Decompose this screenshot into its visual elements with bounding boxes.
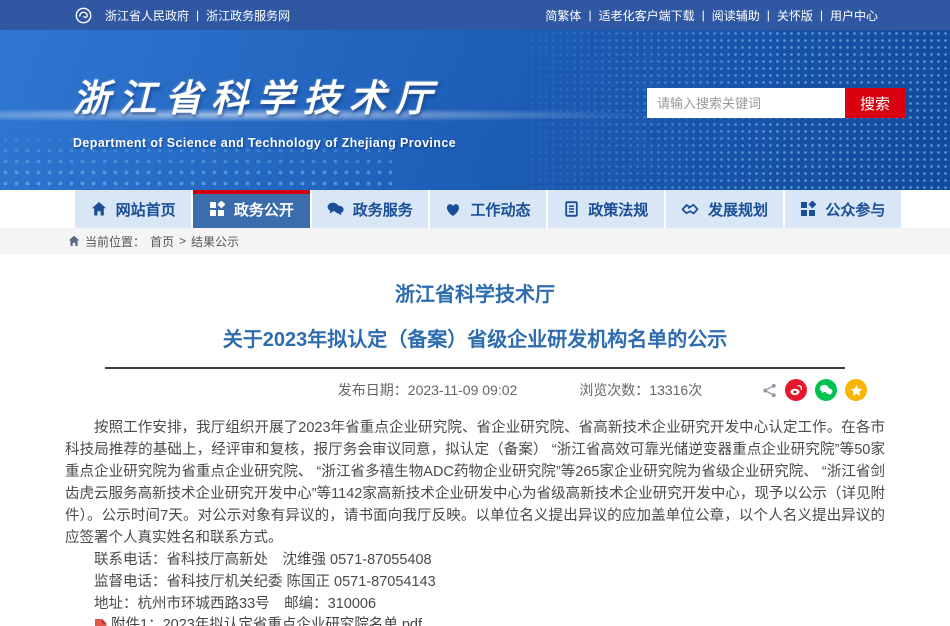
article-meta-row: 发布日期：2023-11-09 09:02 浏览次数：13316次 xyxy=(65,373,885,407)
contact-phone: 联系电话：省科技厅高新处 沈维强 0571-87055408 xyxy=(65,549,885,571)
view-count: 浏览次数：13316次 xyxy=(579,380,702,400)
site-title-chinese: 浙江省科学技术厅 xyxy=(73,68,456,122)
search-box: 搜索 xyxy=(647,88,905,118)
topbar-right-links: 简繁体 | 适老化客户端下载 | 阅读辅助 | 关怀版 | 用户中心 xyxy=(545,7,878,24)
pdf-icon xyxy=(94,619,107,626)
breadcrumb-home-icon xyxy=(68,235,80,247)
nav-label: 公众参与 xyxy=(825,199,885,220)
nav-item-home[interactable]: 网站首页 xyxy=(75,190,193,228)
address-line: 地址：杭州市环城西路33号 邮编：310006 xyxy=(65,593,885,615)
home-icon xyxy=(91,201,107,217)
link-simplified-traditional[interactable]: 简繁体 xyxy=(545,7,581,24)
nav-label: 工作动态 xyxy=(470,199,530,220)
breadcrumb-current: 结果公示 xyxy=(191,233,239,250)
share-wechat-icon[interactable] xyxy=(815,379,837,401)
top-utility-bar: 浙江省人民政府 | 浙江政务服务网 简繁体 | 适老化客户端下载 | 阅读辅助 … xyxy=(0,0,950,30)
chat-bubbles-icon xyxy=(327,201,344,217)
link-user-center[interactable]: 用户中心 xyxy=(830,7,878,24)
attachment-label: 附件1：2023年拟认定省重点企业研究院名单.pdf xyxy=(111,615,422,626)
grid-diamond-icon xyxy=(209,201,225,217)
nav-item-policies[interactable]: 政策法规 xyxy=(548,190,666,228)
topbar-separator: | xyxy=(702,8,705,22)
link-zhejiang-gov[interactable]: 浙江省人民政府 xyxy=(105,7,189,24)
heart-icon xyxy=(445,202,461,217)
title-divider xyxy=(105,367,845,369)
nav-label: 政务公开 xyxy=(234,199,294,220)
nav-label: 政务服务 xyxy=(353,199,413,220)
topbar-separator: | xyxy=(820,8,823,22)
site-banner: 浙江省科学技术厅 Department of Science and Techn… xyxy=(0,30,950,190)
attachment-link-1[interactable]: 附件1：2023年拟认定省重点企业研究院名单.pdf xyxy=(65,615,885,626)
handshake-icon xyxy=(681,201,699,217)
breadcrumb-separator: > xyxy=(179,234,186,248)
nav-item-development-plans[interactable]: 发展规划 xyxy=(666,190,784,228)
site-title-english: Department of Science and Technology of … xyxy=(73,136,456,150)
link-elderly-client-download[interactable]: 适老化客户端下载 xyxy=(599,7,695,24)
nav-item-public-participation[interactable]: 公众参与 xyxy=(785,190,901,228)
article-paragraph: 按照工作安排，我厅组织开展了2023年省重点企业研究院、省企业研究院、省高新技术… xyxy=(65,417,885,549)
government-emblem-icon xyxy=(75,7,92,24)
topbar-left-links: 浙江省人民政府 | 浙江政务服务网 xyxy=(75,7,290,24)
link-reading-assist[interactable]: 阅读辅助 xyxy=(712,7,760,24)
share-qzone-icon[interactable] xyxy=(845,379,867,401)
breadcrumb-home-link[interactable]: 首页 xyxy=(150,233,174,250)
search-input[interactable] xyxy=(647,88,845,118)
grid-diamond-icon xyxy=(800,201,816,217)
search-button[interactable]: 搜索 xyxy=(845,88,905,118)
publish-date: 发布日期：2023-11-09 09:02 xyxy=(338,380,518,400)
breadcrumb-prefix: 当前位置： xyxy=(85,233,145,250)
nav-item-gov-disclosure[interactable]: 政务公开 xyxy=(193,190,311,228)
nav-label: 发展规划 xyxy=(708,199,768,220)
article-content: 浙江省科学技术厅 关于2023年拟认定（备案）省级企业研发机构名单的公示 发布日… xyxy=(65,278,885,626)
topbar-separator: | xyxy=(767,8,770,22)
topbar-separator: | xyxy=(588,8,591,22)
article-title-agency: 浙江省科学技术厅 xyxy=(65,278,885,307)
topbar-separator: | xyxy=(196,8,199,22)
link-care-version[interactable]: 关怀版 xyxy=(777,7,813,24)
article-title-main: 关于2023年拟认定（备案）省级企业研发机构名单的公示 xyxy=(65,323,885,352)
share-weibo-icon[interactable] xyxy=(785,379,807,401)
share-nodes-icon[interactable] xyxy=(762,383,777,398)
main-navigation: 网站首页 政务公开 政务服务 工作动态 xyxy=(0,190,950,228)
nav-item-work-news[interactable]: 工作动态 xyxy=(430,190,548,228)
share-toolbar xyxy=(762,379,867,401)
nav-label: 政策法规 xyxy=(588,199,648,220)
nav-item-gov-services[interactable]: 政务服务 xyxy=(312,190,430,228)
breadcrumb: 当前位置： 首页 > 结果公示 xyxy=(0,228,950,254)
document-icon xyxy=(564,201,579,217)
supervision-phone: 监督电话：省科技厅机关纪委 陈国正 0571-87054143 xyxy=(65,571,885,593)
nav-label: 网站首页 xyxy=(116,199,176,220)
site-logo[interactable]: 浙江省科学技术厅 Department of Science and Techn… xyxy=(73,68,456,150)
link-zhejiang-service[interactable]: 浙江政务服务网 xyxy=(206,7,290,24)
